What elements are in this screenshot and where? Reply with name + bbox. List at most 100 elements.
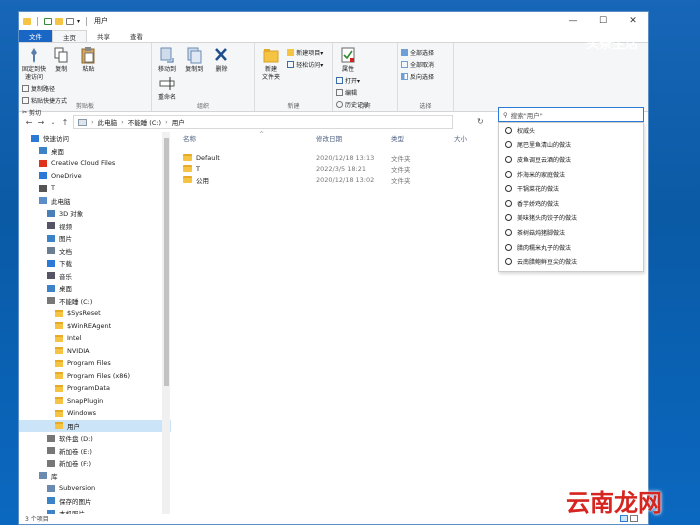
column-type[interactable]: 类型 (391, 133, 454, 143)
sidebar-item[interactable]: OneDrive (19, 170, 171, 183)
sidebar-item[interactable]: 软件盘 (D:) (19, 432, 171, 445)
delete-button[interactable]: 删除 (209, 46, 233, 74)
sidebar-item[interactable]: 视频 (19, 220, 171, 233)
copy-to-button[interactable]: 复制到 (182, 46, 206, 74)
sidebar-item[interactable]: 保存的图片 (19, 495, 171, 508)
suggestion-item[interactable]: 腊肉糯米丸子的做法 (499, 240, 643, 255)
sidebar-item[interactable]: 桌面 (19, 145, 171, 158)
sidebar-item[interactable]: SnapPlugin (19, 395, 171, 408)
select-none-button[interactable]: 全部取消 (401, 60, 434, 69)
paste-button[interactable]: 粘贴 (76, 46, 100, 74)
sidebar-item[interactable]: 桌面 (19, 282, 171, 295)
star-icon (31, 134, 39, 142)
table-row[interactable]: T 2022/3/5 18:21 文件夹 (174, 163, 494, 174)
pin-quick-access-button[interactable]: 固定到快速访问 (22, 46, 46, 82)
doc-icon (47, 247, 55, 255)
sidebar-item-label: 3D 对象 (59, 210, 84, 219)
suggestion-item[interactable]: 尾巴里鱼清山的做法 (499, 138, 643, 153)
suggestion-item[interactable]: 权威头 (499, 123, 643, 138)
sidebar-item-label: 快速访问 (43, 135, 69, 144)
suggestion-item[interactable]: 干锅菜花的做法 (499, 181, 643, 196)
sidebar-item[interactable]: 库 (19, 470, 171, 483)
sidebar-item[interactable]: T (19, 182, 171, 195)
sidebar-item[interactable]: 新加卷 (F:) (19, 457, 171, 470)
back-icon[interactable]: ← (23, 118, 35, 127)
sidebar-item[interactable]: Program Files (19, 357, 171, 370)
column-date[interactable]: 修改日期 (316, 133, 391, 143)
open-button[interactable]: 打开▾ (336, 76, 369, 85)
sidebar-item[interactable]: 不能睡 (C:) (19, 295, 171, 308)
copy-path-button[interactable]: 复制路径 (22, 84, 67, 93)
tab-share[interactable]: 共享 (87, 30, 120, 42)
sidebar-item[interactable]: 文档 (19, 245, 171, 258)
copy-button[interactable]: 复制 (49, 46, 73, 74)
cloud-icon (39, 172, 47, 180)
breadcrumb-pc[interactable]: 此电脑 (98, 117, 118, 127)
suggestion-item[interactable]: 美味猪头肉饺子的做法 (499, 211, 643, 226)
sidebar-item-label: 软件盘 (D:) (59, 435, 93, 444)
suggestion-item[interactable]: 炸海米的家庭做法 (499, 167, 643, 182)
table-row[interactable]: 公用 2020/12/18 13:02 文件夹 (174, 174, 494, 185)
tab-file[interactable]: 文件 (19, 30, 52, 42)
sidebar-item[interactable]: 图片 (19, 232, 171, 245)
properties-icon[interactable] (44, 17, 52, 25)
sidebar-item[interactable]: 此电脑 (19, 195, 171, 208)
breadcrumb-drive[interactable]: 不能睡 (C:) (128, 117, 161, 127)
table-row[interactable]: Default 2020/12/18 13:13 文件夹 (174, 152, 494, 163)
properties-button[interactable]: 属性 (336, 46, 360, 74)
up-icon[interactable]: ↑ (59, 118, 71, 127)
item-count: 3 个项目 (25, 515, 49, 523)
sidebar-item[interactable]: Subversion (19, 482, 171, 495)
new-folder-icon[interactable] (55, 17, 63, 25)
sidebar-item[interactable]: $WinREAgent (19, 320, 171, 333)
sidebar-item[interactable]: 音乐 (19, 270, 171, 283)
chevron-down-icon[interactable]: ▾ (77, 18, 80, 25)
sidebar-item[interactable]: 下载 (19, 257, 171, 270)
tab-home[interactable]: 主页 (52, 30, 87, 42)
pc-icon (78, 118, 87, 126)
suggestion-item[interactable]: 香芋娇鸡的做法 (499, 196, 643, 211)
suggestion-item[interactable]: 茶树菇炖猪脚做法 (499, 225, 643, 240)
breadcrumb-folder[interactable]: 用户 (172, 117, 185, 127)
sidebar-item[interactable]: Program Files (x86) (19, 370, 171, 383)
column-headers: ^ 名称 修改日期 类型 大小 (174, 131, 494, 144)
recent-chevron-icon[interactable]: ⌄ (47, 119, 59, 126)
sidebar-item[interactable]: NVIDIA (19, 345, 171, 358)
select-group: 全部选择 全部取消 反向选择 选择 (398, 43, 454, 111)
sidebar-item[interactable]: Creative Cloud Files (19, 157, 171, 170)
minimize-button[interactable]: — (558, 12, 588, 30)
invert-selection-button[interactable]: 反向选择 (401, 72, 434, 81)
sidebar-item[interactable]: $SysReset (19, 307, 171, 320)
folder-icon (55, 322, 63, 330)
sidebar-item[interactable]: 3D 对象 (19, 207, 171, 220)
3d-icon (47, 209, 55, 217)
search-input[interactable]: ⚲ 搜索"用户" (498, 107, 644, 122)
sidebar-item[interactable]: 新加卷 (E:) (19, 445, 171, 458)
customize-icon[interactable] (66, 17, 74, 25)
column-name[interactable]: 名称 (174, 133, 316, 143)
suggestion-item[interactable]: 皮鱼调豆云酒的做法 (499, 152, 643, 167)
easy-access-button[interactable]: 轻松访问▾ (287, 60, 323, 69)
folder-icon (55, 409, 63, 417)
refresh-icon[interactable]: ↻ (477, 117, 484, 126)
close-button[interactable]: ✕ (618, 12, 648, 30)
sidebar-item[interactable]: 用户 (19, 419, 171, 432)
edit-button[interactable]: 编辑 (336, 88, 369, 97)
rename-button[interactable]: 重命名 (155, 74, 179, 102)
maximize-button[interactable]: ☐ (588, 12, 618, 30)
tab-view[interactable]: 查看 (120, 30, 153, 42)
properties-icon (341, 47, 355, 63)
sidebar-item[interactable]: 快速访问 (19, 132, 171, 145)
suggestion-item[interactable]: 云南腊鲍鲜豆尖的做法 (499, 254, 643, 269)
forward-icon[interactable]: → (35, 118, 47, 127)
sidebar-item[interactable]: Intel (19, 332, 171, 345)
select-all-button[interactable]: 全部选择 (401, 48, 434, 57)
sidebar-item[interactable]: ProgramData (19, 382, 171, 395)
address-bar[interactable]: › 此电脑 › 不能睡 (C:) › 用户 (73, 115, 453, 129)
move-to-button[interactable]: 移动到 (155, 46, 179, 74)
new-item-button[interactable]: 新建项目▾ (287, 48, 323, 57)
sidebar-item[interactable]: Windows (19, 407, 171, 420)
sidebar-scroll-thumb[interactable] (164, 138, 169, 386)
new-folder-button[interactable]: 新建 文件夹 (258, 46, 284, 82)
column-size[interactable]: 大小 (454, 133, 494, 143)
